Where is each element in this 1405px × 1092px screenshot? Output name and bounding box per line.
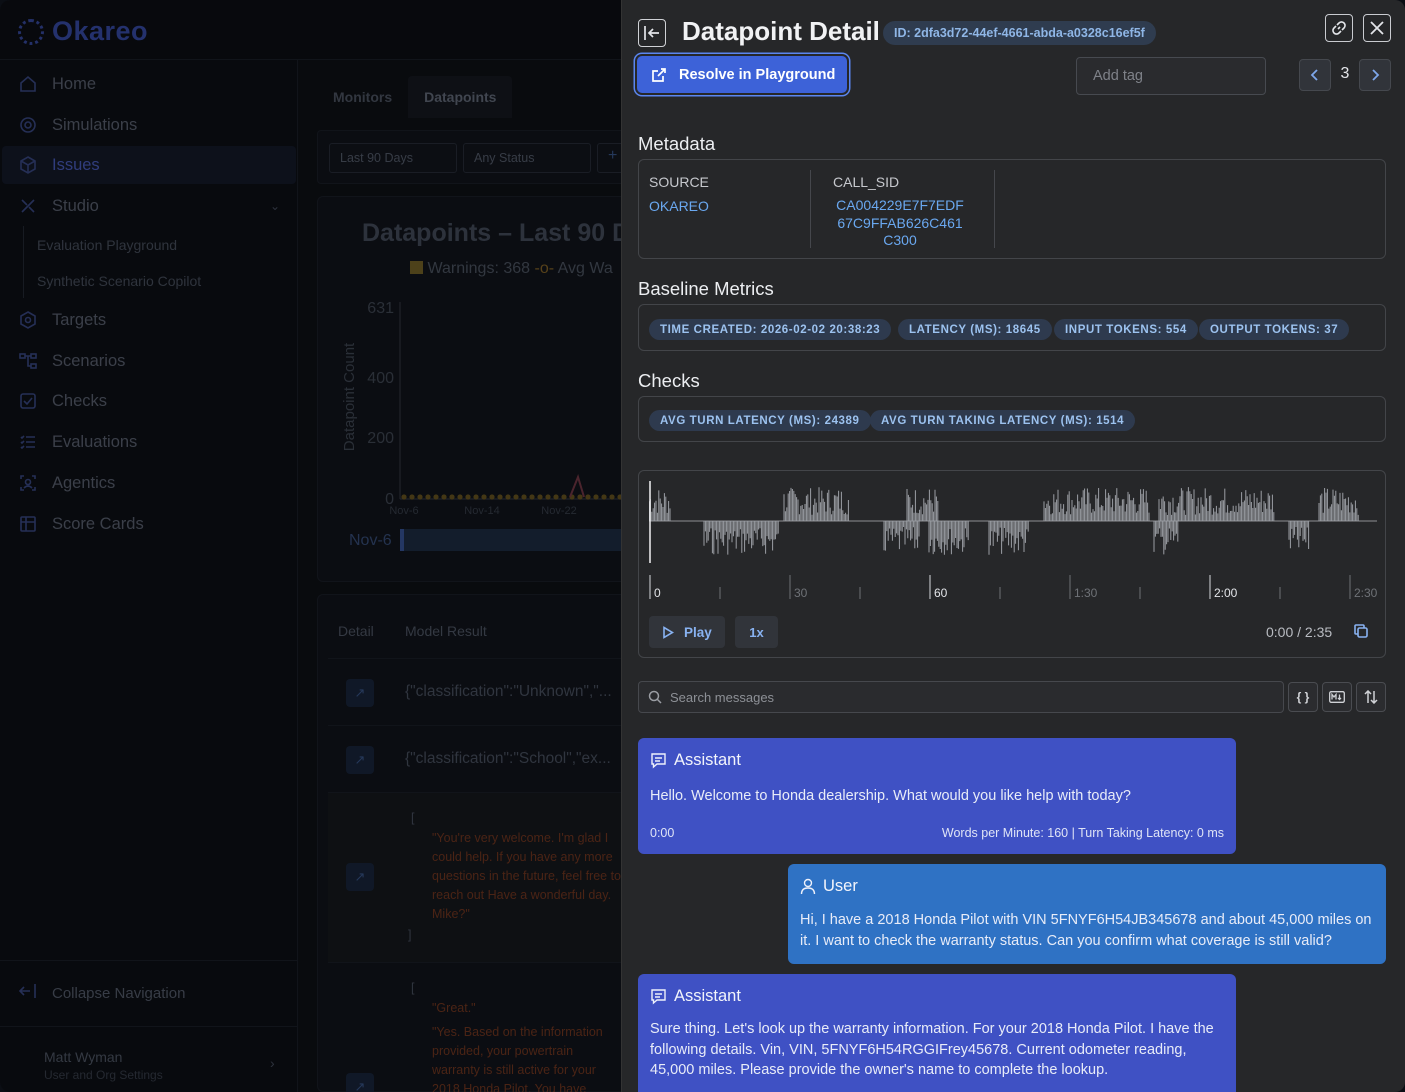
ruler-label: 0	[654, 586, 661, 600]
markdown-icon	[1329, 691, 1345, 703]
checks-panel: AVG TURN LATENCY (MS): 24389 AVG TURN TA…	[638, 396, 1386, 442]
message-assistant: Assistant Sure thing. Let's look up the …	[638, 974, 1236, 1092]
check-pill-avg-turn-taking-latency: AVG TURN TAKING LATENCY (MS): 1514	[870, 410, 1136, 431]
markdown-view-button[interactable]	[1322, 682, 1352, 712]
datapoint-detail-drawer: Datapoint Detail ID: 2dfa3d72-44ef-4661-…	[621, 0, 1405, 1092]
chat-bubble-icon	[651, 989, 666, 1005]
call-sid-label: CALL_SID	[833, 174, 900, 190]
audio-player: 0 30 60 1:30 2:00 2:30 Play 1x 0:00 / 2:…	[638, 470, 1386, 658]
resolve-in-playground-button[interactable]: Resolve in Playground	[637, 56, 847, 93]
copy-link-button[interactable]	[1325, 14, 1353, 42]
message-timestamp[interactable]: 0:00	[650, 826, 674, 840]
close-icon	[1370, 21, 1384, 35]
ruler-label: 2:00	[1214, 586, 1238, 600]
sort-order-button[interactable]	[1356, 682, 1386, 712]
datapoint-id-badge[interactable]: ID: 2dfa3d72-44ef-4661-abda-a0328c16ef5f	[883, 21, 1156, 45]
message-assistant: Assistant Hello. Welcome to Honda dealer…	[638, 738, 1236, 854]
chevron-left-icon	[1310, 69, 1318, 81]
ruler-label: 1:30	[1074, 586, 1098, 600]
message-role: Assistant	[674, 751, 741, 769]
message-text: Sure thing. Let's look up the warranty i…	[650, 1021, 1214, 1078]
json-view-button[interactable]: { }	[1288, 682, 1318, 712]
link-icon	[1332, 21, 1346, 35]
next-datapoint-button[interactable]	[1359, 59, 1391, 91]
source-value: OKAREO	[649, 198, 709, 214]
message-stats: Words per Minute: 160 | Turn Taking Late…	[941, 826, 1224, 840]
audio-waveform[interactable]	[649, 481, 1377, 563]
sort-arrows-icon	[1364, 690, 1378, 704]
message-role: Assistant	[674, 987, 741, 1005]
message-user: User Hi, I have a 2018 Honda Pilot with …	[788, 864, 1386, 964]
metric-pill-latency: LATENCY (MS): 18645	[898, 319, 1052, 340]
metric-pill-output-tokens: OUTPUT TOKENS: 37	[1199, 319, 1350, 340]
collapse-drawer-button[interactable]	[638, 19, 666, 47]
metric-pill-input-tokens: INPUT TOKENS: 554	[1054, 319, 1198, 340]
ruler-label: 60	[934, 586, 948, 600]
page-number: 3	[1340, 65, 1350, 82]
search-messages-field[interactable]	[638, 681, 1284, 713]
check-pill-avg-turn-latency: AVG TURN LATENCY (MS): 24389	[649, 410, 871, 431]
time-readout: 0:00 / 2:35	[1266, 624, 1333, 640]
playback-speed-button[interactable]: 1x	[735, 616, 778, 648]
resolve-label: Resolve in Playground	[679, 66, 836, 83]
message-header: Assistant	[650, 987, 741, 1006]
baseline-metrics-panel: TIME CREATED: 2026-02-02 20:38:23 LATENC…	[638, 304, 1386, 351]
metric-pill-time-created: TIME CREATED: 2026-02-02 20:38:23	[649, 319, 892, 340]
message-text: Hello. Welcome to Honda dealership. What…	[650, 788, 1131, 804]
arrow-left-bar-icon	[644, 26, 659, 40]
call-sid-line: CA004229E7F7EDF	[836, 197, 964, 213]
chat-bubble-icon	[651, 753, 666, 769]
search-messages-input[interactable]	[670, 689, 1260, 705]
call-sid-value: CA004229E7F7EDF 67C9FFAB626C461 C300	[833, 197, 967, 250]
previous-datapoint-button[interactable]	[1299, 59, 1331, 91]
call-sid-line: 67C9FFAB626C461	[837, 214, 963, 231]
time-ruler: 0 30 60 1:30 2:00 2:30	[649, 575, 1377, 600]
metadata-heading: Metadata	[638, 133, 716, 154]
braces-icon: { }	[1296, 690, 1310, 704]
message-text: Hi, I have a 2018 Honda Pilot with VIN 5…	[800, 912, 1372, 949]
user-icon	[800, 878, 816, 895]
message-header: User	[800, 877, 858, 896]
chevron-right-icon	[1372, 69, 1380, 81]
metadata-panel: SOURCE OKAREO CALL_SID CA004229E7F7EDF 6…	[638, 159, 1386, 259]
divider	[994, 170, 995, 248]
add-tag-input[interactable]	[1076, 57, 1266, 95]
message-header: Assistant	[650, 751, 741, 770]
search-icon	[648, 690, 662, 704]
modal-overlay[interactable]	[0, 0, 621, 1092]
drawer-title: Datapoint Detail	[682, 16, 880, 46]
close-button[interactable]	[1363, 14, 1391, 42]
external-link-icon	[652, 67, 666, 82]
message-role: User	[823, 877, 858, 895]
play-icon	[663, 625, 674, 639]
divider	[810, 170, 811, 248]
baseline-metrics-heading: Baseline Metrics	[638, 278, 774, 299]
call-sid-line: C300	[883, 232, 917, 248]
play-label: Play	[684, 624, 712, 640]
copy-icon[interactable]	[1353, 623, 1369, 639]
source-label: SOURCE	[649, 174, 709, 190]
ruler-label: 30	[794, 586, 808, 600]
checks-heading: Checks	[638, 370, 700, 391]
ruler-label: 2:30	[1354, 586, 1377, 600]
play-button[interactable]: Play	[649, 616, 725, 648]
